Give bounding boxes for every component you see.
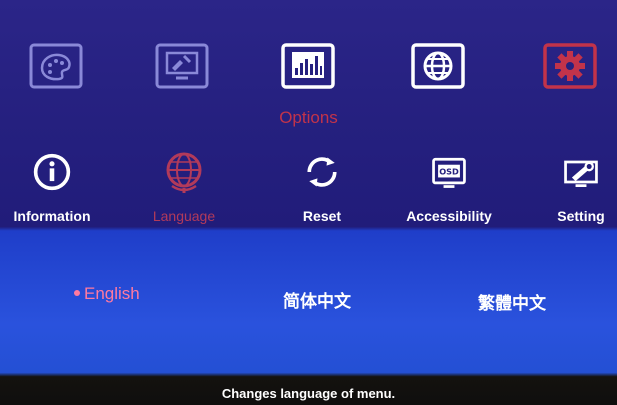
options-icon[interactable] [278,38,338,94]
language-option-english[interactable]: English [74,284,140,304]
language-option-simplified-chinese[interactable]: 简体中文 [283,287,351,312]
sub-item-label: Setting [557,208,605,224]
sub-item-information[interactable]: Information [0,150,107,225]
palette-icon[interactable] [26,38,86,94]
sub-item-label: Information [13,208,91,224]
language-option-traditional-chinese[interactable]: 繁體中文 [478,289,546,314]
gear-icon[interactable] [540,38,600,94]
setting-icon [559,150,603,194]
category-label: Options [279,108,338,127]
sub-menu-row: Information Language Reset OSD Accessibi… [0,150,617,225]
sub-item-label: Reset [302,208,342,224]
sub-item-accessibility[interactable]: OSD Accessibility [394,150,504,225]
language-option-label: English [84,284,140,303]
info-icon [30,150,74,194]
reset-icon [300,150,344,194]
language-option-label: 简体中文 [283,292,351,311]
sub-item-label: Language [152,208,216,224]
sub-item-language[interactable]: Language [129,150,239,225]
osd-icon: OSD [427,150,471,194]
selected-bullet-icon [74,289,80,296]
globe-icon [162,150,206,194]
sub-item-setting[interactable]: Setting [526,150,617,225]
display-tools-icon[interactable] [152,38,212,94]
svg-text:OSD: OSD [439,167,459,177]
status-bar: Changes language of menu. [221,386,396,401]
sub-item-reset[interactable]: Reset [267,150,377,225]
globe-icon[interactable] [408,38,468,94]
top-menu-row [0,38,617,100]
language-option-label: 繁體中文 [478,294,546,313]
sub-item-label: Accessibility [406,208,492,224]
osd-menu: Options Information Language Reset OSD A… [0,0,617,405]
